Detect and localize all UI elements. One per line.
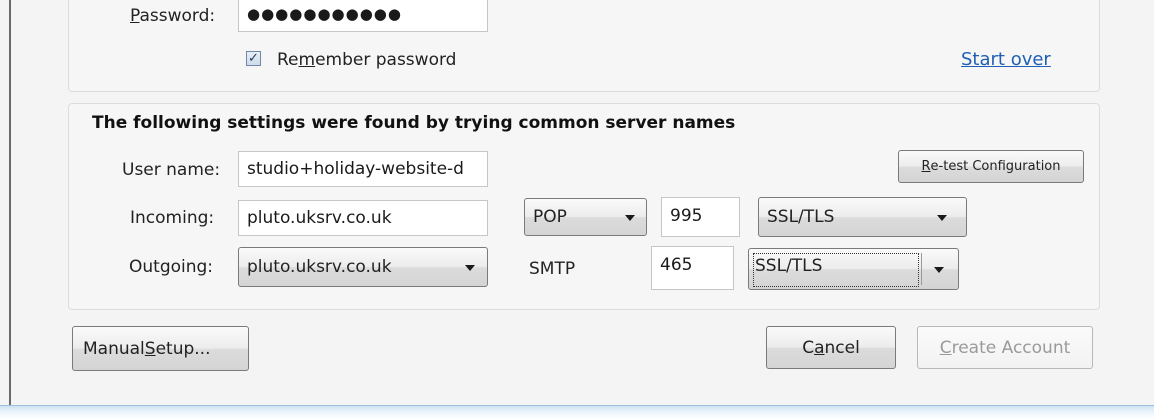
incoming-security-select[interactable]: SSL/TLS <box>758 197 967 237</box>
window-left-border <box>9 0 11 405</box>
outgoing-server-select[interactable]: pluto.uksrv.co.uk <box>238 247 488 287</box>
username-label: User name: <box>122 160 221 180</box>
password-label-accesskey: P <box>130 6 140 26</box>
incoming-port-value: 995 <box>670 206 703 226</box>
outgoing-protocol-label: SMTP <box>529 259 576 279</box>
cancel-button[interactable]: Ca ncel <box>766 326 896 369</box>
outgoing-port-field[interactable]: 465 <box>651 246 734 290</box>
incoming-label: Incoming: <box>130 208 215 228</box>
window-bottom-border <box>0 405 1154 419</box>
outgoing-server-value: pluto.uksrv.co.uk <box>247 257 392 277</box>
checkmark-icon: ✓ <box>248 51 259 66</box>
username-value: studio+holiday-website-d <box>247 159 464 179</box>
chevron-down-icon <box>937 215 947 221</box>
remember-password-label[interactable]: Remember password <box>277 50 456 70</box>
remember-password-checkbox[interactable]: ✓ <box>246 51 261 66</box>
chevron-down-icon <box>465 265 475 271</box>
password-value: ●●●●●●●●●●● <box>247 5 402 23</box>
outgoing-security-value: SSL/TLS <box>755 256 823 276</box>
password-label: Password: <box>130 6 216 26</box>
account-setup-dialog: Password: ●●●●●●●●●●● ✓ Remember passwor… <box>0 0 1154 419</box>
outgoing-port-value: 465 <box>660 255 693 275</box>
incoming-protocol-select[interactable]: POP <box>524 198 647 236</box>
password-field[interactable]: ●●●●●●●●●●● <box>238 0 488 32</box>
manual-setup-button[interactable]: Manual Setup... <box>72 326 249 371</box>
settings-heading: The following settings were found by try… <box>92 113 736 133</box>
retest-configuration-button[interactable]: Re-test Configuration <box>898 150 1084 183</box>
username-field[interactable]: studio+holiday-website-d <box>238 151 488 187</box>
incoming-security-value: SSL/TLS <box>767 207 835 227</box>
start-over-link[interactable]: Start over <box>961 49 1051 70</box>
incoming-port-field[interactable]: 995 <box>661 197 740 237</box>
create-account-button[interactable]: Create Account <box>917 326 1093 369</box>
outgoing-security-select[interactable]: SSL/TLS <box>748 248 959 290</box>
outgoing-label: Outgoing: <box>129 257 214 277</box>
incoming-protocol-value: POP <box>533 207 567 227</box>
select-divider <box>921 253 922 285</box>
incoming-server-value: pluto.uksrv.co.uk <box>247 208 392 228</box>
credentials-panel <box>68 0 1100 92</box>
chevron-down-icon <box>934 267 944 273</box>
incoming-server-field[interactable]: pluto.uksrv.co.uk <box>238 200 488 236</box>
chevron-down-icon <box>625 215 635 221</box>
